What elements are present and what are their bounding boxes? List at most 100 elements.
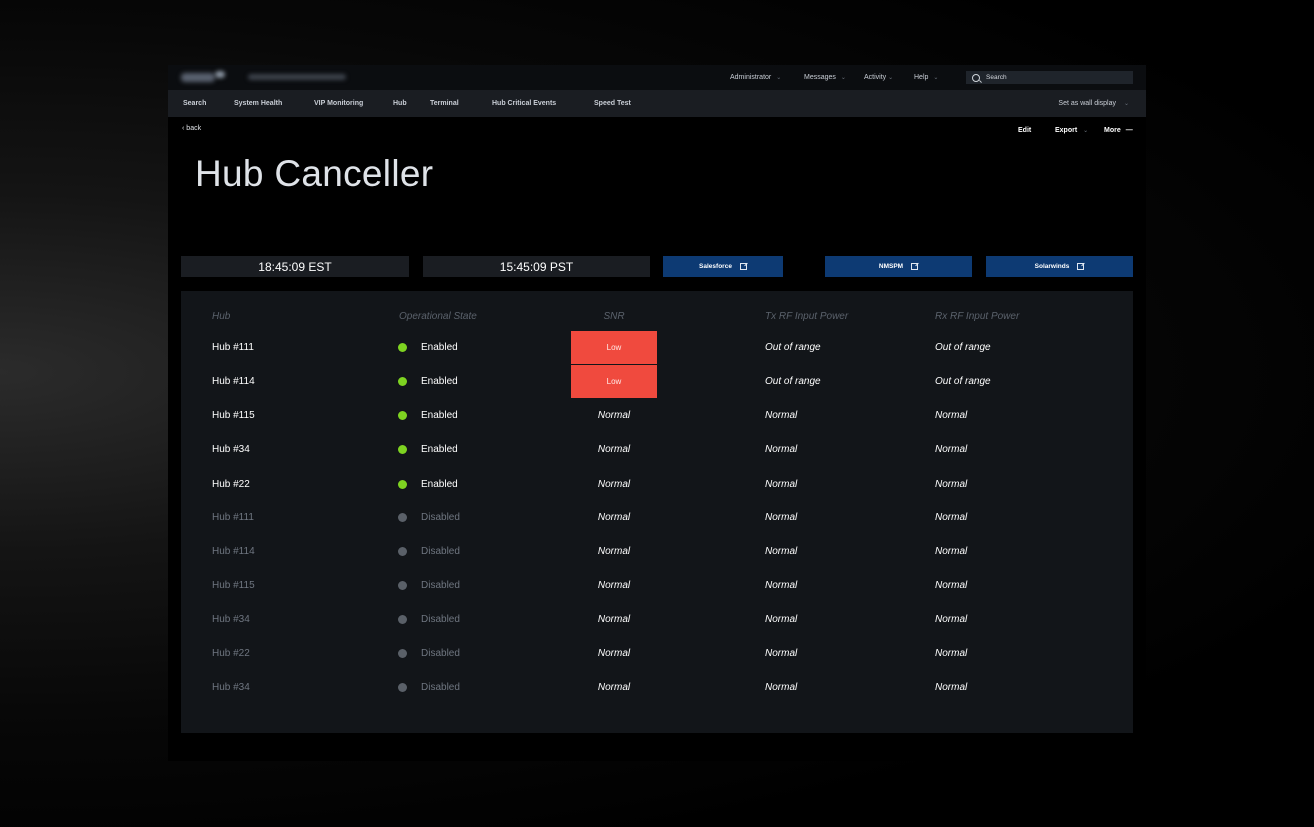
hub-table: Hub Operational State SNR Tx RF Input Po… bbox=[181, 291, 1133, 733]
snr-value: Normal bbox=[597, 512, 631, 523]
table-row[interactable]: Hub #34 Enabled Normal Normal Normal bbox=[181, 433, 1133, 466]
solarwinds-link-button[interactable]: Solarwinds bbox=[986, 256, 1133, 277]
tx-rf-input-power-value: Normal bbox=[765, 614, 798, 625]
tab-hub[interactable]: Hub bbox=[393, 90, 407, 117]
clock-pst: 15:45:09 PST bbox=[423, 256, 650, 277]
organization-name-redacted bbox=[248, 74, 346, 80]
tx-rf-input-power-value: Normal bbox=[765, 479, 798, 490]
status-dot-icon bbox=[398, 377, 407, 386]
tab-vip-monitoring[interactable]: VIP Monitoring bbox=[314, 90, 363, 117]
rx-rf-input-power-value: Normal bbox=[935, 546, 968, 557]
column-header-operational-state: Operational State bbox=[399, 311, 477, 322]
operational-state: Disabled bbox=[421, 682, 460, 693]
salesforce-label: Salesforce bbox=[699, 263, 732, 270]
search-icon bbox=[972, 73, 980, 82]
table-row[interactable]: Hub #34 Disabled Normal Normal Normal bbox=[181, 603, 1133, 636]
messages-menu[interactable]: Messages ⌄ bbox=[804, 65, 846, 90]
operational-state: Disabled bbox=[421, 580, 460, 591]
chevron-down-icon: ⌄ bbox=[888, 75, 894, 81]
rx-rf-input-power-value: Normal bbox=[935, 479, 968, 490]
rx-rf-input-power-value: Normal bbox=[935, 682, 968, 693]
export-label: Export bbox=[1055, 127, 1078, 134]
snr-value: Normal bbox=[597, 682, 631, 693]
edit-label: Edit bbox=[1018, 127, 1032, 134]
status-dot-icon bbox=[398, 513, 407, 522]
status-dot-icon bbox=[398, 649, 407, 658]
export-dropdown[interactable]: Export ⌄ bbox=[1055, 127, 1088, 134]
table-row[interactable]: Hub #22 Disabled Normal Normal Normal bbox=[181, 637, 1133, 670]
chevron-down-icon: ⌄ bbox=[776, 75, 782, 81]
help-menu-label: Help bbox=[914, 74, 929, 81]
snr-value: Normal bbox=[597, 614, 631, 625]
administrator-menu-label: Administrator bbox=[730, 74, 772, 81]
app-window: Administrator ⌄ Messages ⌄ Activity ⌄ He… bbox=[168, 65, 1146, 761]
hub-name: Hub #114 bbox=[212, 376, 255, 387]
edit-button[interactable]: Edit bbox=[1018, 127, 1031, 134]
column-header-snr: SNR bbox=[603, 311, 625, 322]
operational-state: Enabled bbox=[421, 342, 458, 353]
hub-name: Hub #22 bbox=[212, 648, 250, 659]
operational-state: Disabled bbox=[421, 648, 460, 659]
column-header-hub: Hub bbox=[212, 311, 231, 322]
tx-rf-input-power-value: Normal bbox=[765, 580, 798, 591]
search-box[interactable] bbox=[966, 71, 1133, 84]
more-menu[interactable]: More — bbox=[1104, 127, 1133, 134]
table-row[interactable]: Hub #114 Disabled Normal Normal Normal bbox=[181, 535, 1133, 568]
rx-rf-input-power-value: Normal bbox=[935, 410, 968, 421]
table-row[interactable]: Hub #22 Enabled Normal Normal Normal bbox=[181, 468, 1133, 501]
table-row[interactable]: Hub #115 Disabled Normal Normal Normal bbox=[181, 569, 1133, 602]
tab-hub-critical-events[interactable]: Hub Critical Events bbox=[492, 90, 556, 117]
solarwinds-label: Solarwinds bbox=[1034, 263, 1070, 270]
operational-state: Enabled bbox=[421, 376, 458, 387]
tx-rf-input-power-value: Normal bbox=[765, 648, 798, 659]
salesforce-link-button[interactable]: Salesforce bbox=[663, 256, 783, 277]
snr-value: Low bbox=[571, 331, 657, 364]
operational-state: Enabled bbox=[421, 479, 458, 490]
table-row[interactable]: Hub #111 Disabled Normal Normal Normal bbox=[181, 501, 1133, 534]
administrator-menu[interactable]: Administrator ⌄ bbox=[730, 65, 781, 90]
rx-rf-input-power-value: Out of range bbox=[935, 342, 991, 353]
tab-search[interactable]: Search bbox=[183, 90, 206, 117]
status-dot-icon bbox=[398, 445, 407, 454]
table-row[interactable]: Hub #115 Enabled Normal Normal Normal bbox=[181, 399, 1133, 432]
help-menu[interactable]: Help ⌄ bbox=[914, 65, 938, 90]
external-link-icon bbox=[739, 263, 747, 270]
operational-state: Enabled bbox=[421, 410, 458, 421]
hub-name: Hub #34 bbox=[212, 614, 250, 625]
tab-system-health[interactable]: System Health bbox=[234, 90, 282, 117]
hub-name: Hub #111 bbox=[212, 512, 254, 523]
operational-state: Disabled bbox=[421, 512, 460, 523]
hub-name: Hub #111 bbox=[212, 342, 254, 353]
table-row[interactable]: Hub #34 Disabled Normal Normal Normal bbox=[181, 671, 1133, 704]
tab-speed-test[interactable]: Speed Test bbox=[594, 90, 631, 117]
nmspm-link-button[interactable]: NMSPM bbox=[825, 256, 972, 277]
tab-terminal[interactable]: Terminal bbox=[430, 90, 459, 117]
back-link[interactable]: ‹ back bbox=[182, 125, 201, 132]
tx-rf-input-power-value: Normal bbox=[765, 444, 798, 455]
rx-rf-input-power-value: Normal bbox=[935, 614, 968, 625]
external-link-icon bbox=[911, 263, 919, 270]
hub-name: Hub #115 bbox=[212, 580, 255, 591]
more-icon: — bbox=[1125, 127, 1133, 134]
tx-rf-input-power-value: Out of range bbox=[765, 376, 821, 387]
table-row[interactable]: Hub #114 Enabled Low Out of range Out of ran… bbox=[181, 365, 1133, 398]
activity-menu[interactable]: Activity ⌄ bbox=[864, 65, 893, 90]
chevron-down-icon: ⌄ bbox=[840, 75, 846, 81]
tx-rf-input-power-value: Normal bbox=[765, 410, 798, 421]
external-link-icon bbox=[1077, 263, 1085, 270]
logo[interactable] bbox=[181, 71, 227, 84]
page-title: Hub Canceller bbox=[195, 153, 434, 194]
table-row[interactable]: Hub #111 Enabled Low Out of range Out of ran… bbox=[181, 331, 1133, 364]
hub-name: Hub #115 bbox=[212, 410, 255, 421]
rx-rf-input-power-value: Out of range bbox=[935, 376, 991, 387]
chevron-down-icon: ⌄ bbox=[1083, 128, 1089, 134]
column-header-rx-rf-input-power: Rx RF Input Power bbox=[935, 311, 1020, 322]
rx-rf-input-power-value: Normal bbox=[935, 580, 968, 591]
wall-display-dropdown[interactable]: Set as wall display ⌄ bbox=[1058, 90, 1129, 117]
snr-value: Normal bbox=[597, 410, 631, 421]
hub-name: Hub #22 bbox=[212, 479, 250, 490]
tx-rf-input-power-value: Out of range bbox=[765, 342, 821, 353]
tx-rf-input-power-value: Normal bbox=[765, 546, 798, 557]
search-input[interactable] bbox=[986, 74, 1126, 81]
back-label: back bbox=[186, 125, 202, 132]
